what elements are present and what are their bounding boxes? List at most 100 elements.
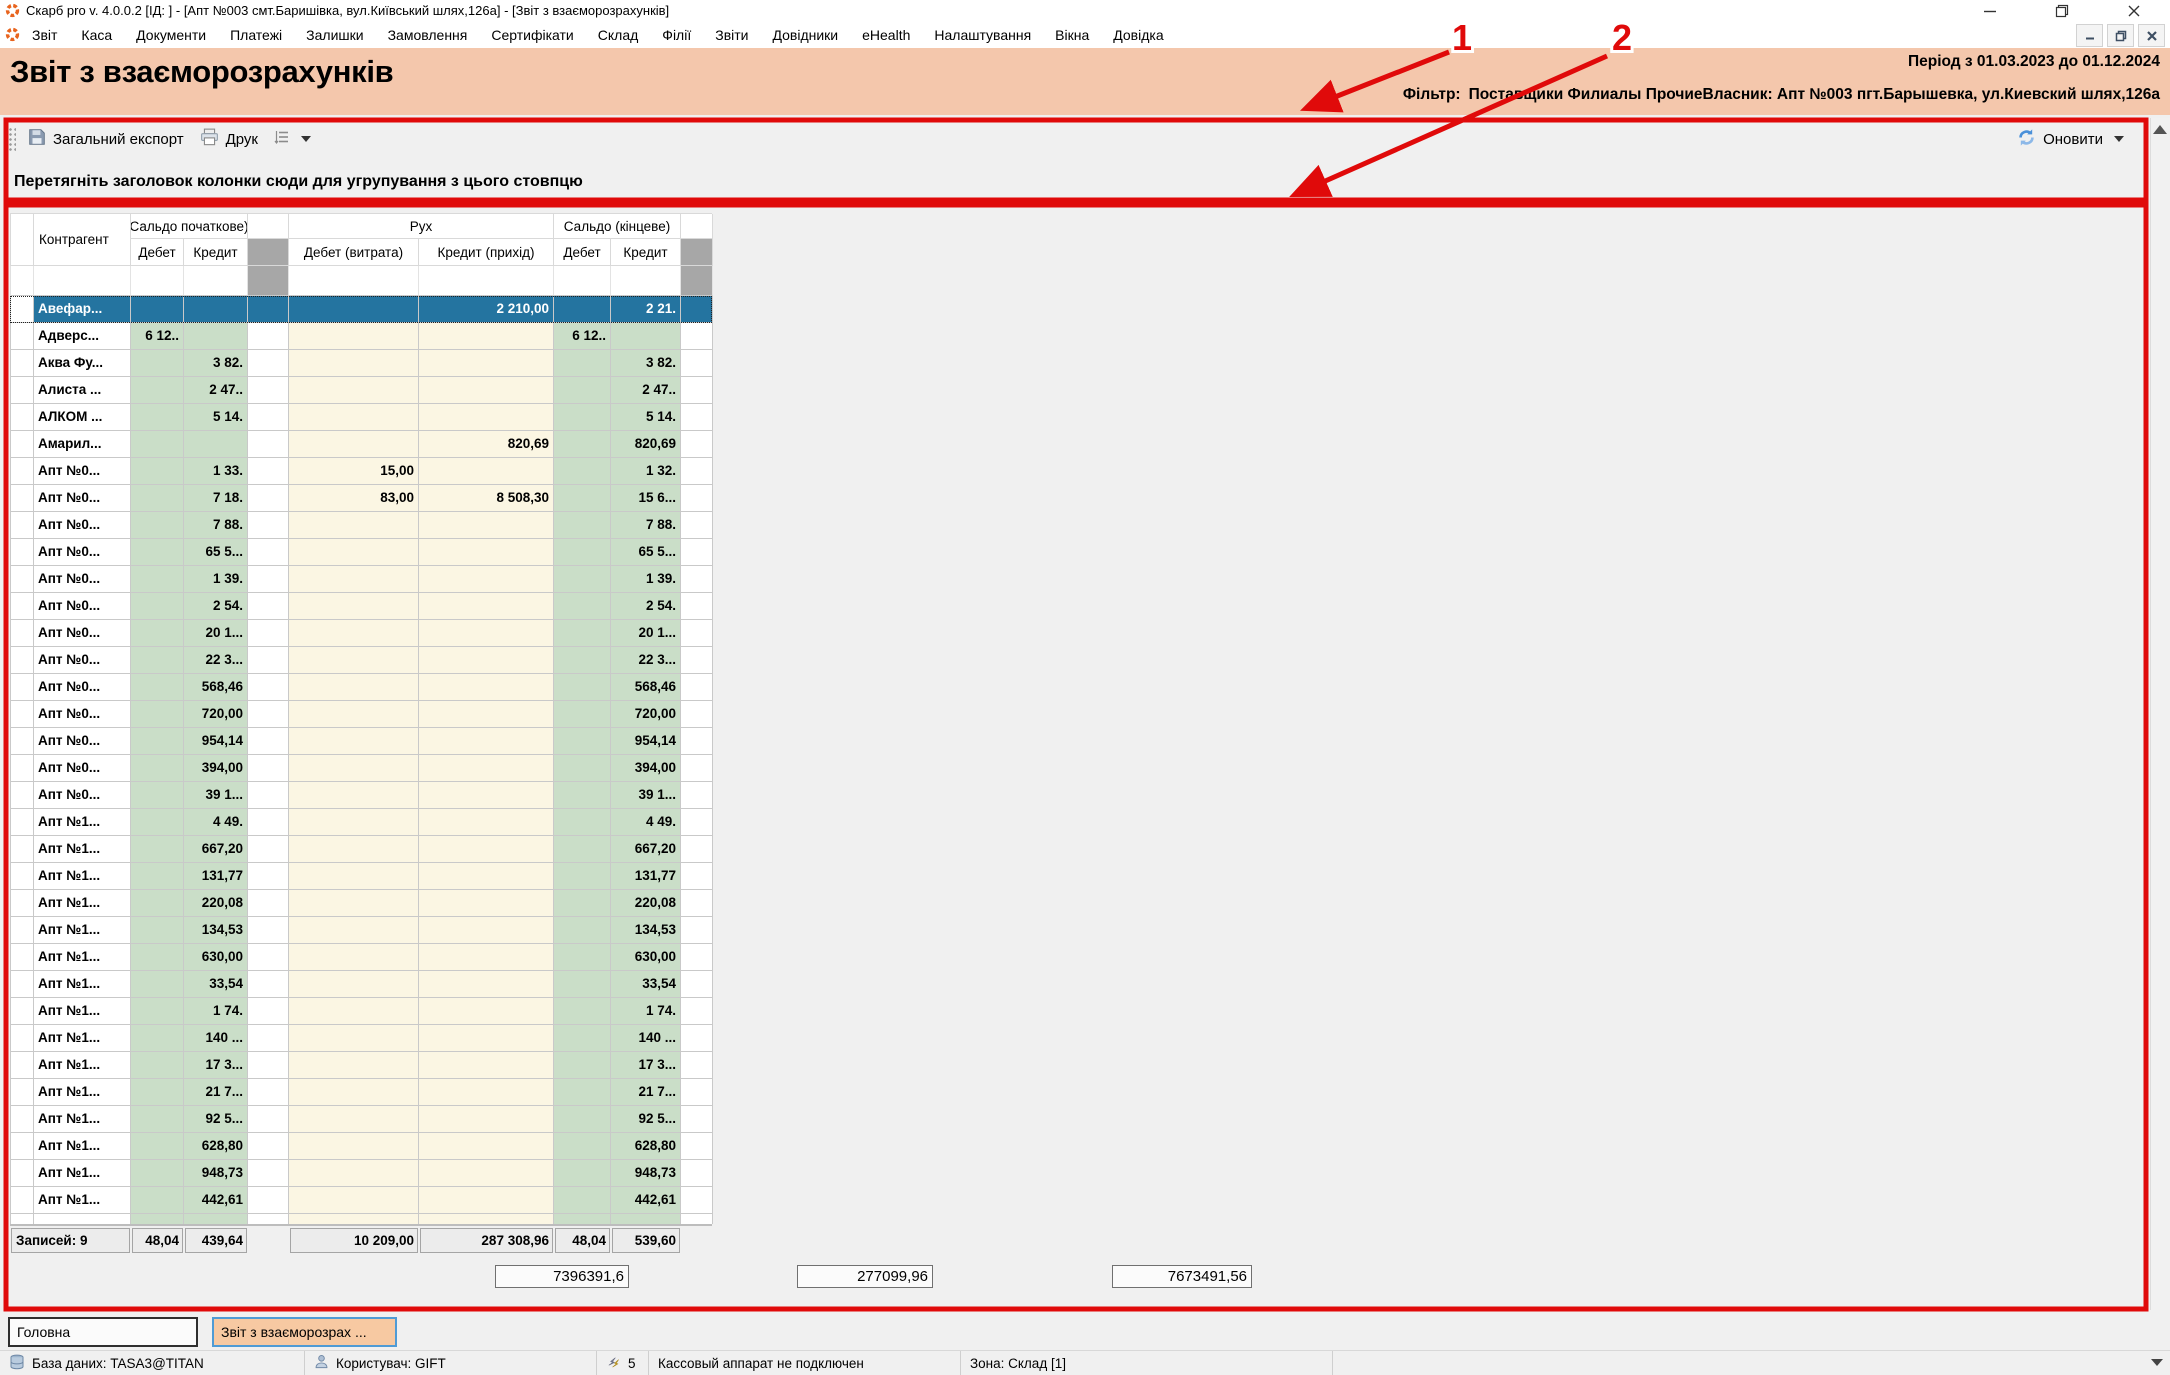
cell-c0[interactable]: 20 1... xyxy=(184,620,248,647)
cell-c1[interactable]: 568,46 xyxy=(611,674,681,701)
cell-contragent[interactable]: Алиста ... xyxy=(34,377,131,404)
cell-contragent[interactable]: Апт №0... xyxy=(34,458,131,485)
cell-dm[interactable] xyxy=(289,944,419,971)
cell-d0[interactable] xyxy=(131,701,184,728)
cell-contragent[interactable]: Апт №1... xyxy=(34,1052,131,1079)
cell-contragent[interactable]: Апт №0... xyxy=(34,755,131,782)
cell-c0[interactable]: 7 18. xyxy=(184,485,248,512)
cell-d1[interactable] xyxy=(554,728,611,755)
cell-c0[interactable]: 442,61 xyxy=(184,1187,248,1214)
cell-c1[interactable] xyxy=(611,323,681,350)
cell-c1[interactable]: 7 88. xyxy=(611,512,681,539)
cell-spacer[interactable] xyxy=(681,944,713,971)
cell-d0[interactable] xyxy=(131,836,184,863)
cell-d1[interactable] xyxy=(554,431,611,458)
cell-d1[interactable] xyxy=(554,701,611,728)
column-group-saldo-start[interactable]: Сальдо початкове) xyxy=(131,214,248,239)
cell-spacer[interactable] xyxy=(11,647,34,674)
cell-d1[interactable] xyxy=(554,350,611,377)
cell-spacer[interactable] xyxy=(248,485,289,512)
cell-dm[interactable] xyxy=(289,1160,419,1187)
cell-spacer[interactable] xyxy=(681,998,713,1025)
cell-c1[interactable]: 220,08 xyxy=(611,890,681,917)
cell-d0[interactable] xyxy=(131,539,184,566)
cell-d0[interactable] xyxy=(131,1079,184,1106)
cell-dm[interactable] xyxy=(289,593,419,620)
cell-spacer[interactable] xyxy=(11,539,34,566)
table-row[interactable]: Апт №0...1 33.15,001 32. xyxy=(10,458,712,485)
column-group-movement[interactable]: Рух xyxy=(289,214,554,239)
cell-c1[interactable]: 134,53 xyxy=(611,917,681,944)
cell-c1[interactable]: 2 54. xyxy=(611,593,681,620)
table-row[interactable]: Апт №0...720,00720,00 xyxy=(10,701,712,728)
cell-c0[interactable]: 630,00 xyxy=(184,944,248,971)
cell-d0[interactable] xyxy=(131,404,184,431)
cell-cm[interactable] xyxy=(419,593,554,620)
cell-c0[interactable]: 2 47.. xyxy=(184,377,248,404)
cell-dm[interactable] xyxy=(289,620,419,647)
cell-cm[interactable] xyxy=(419,350,554,377)
cell-c0[interactable]: 220,08 xyxy=(184,890,248,917)
cell-spacer[interactable] xyxy=(11,944,34,971)
cell-dm[interactable]: 15,00 xyxy=(289,458,419,485)
cell-contragent[interactable]: Апт №1... xyxy=(34,836,131,863)
cell-c0[interactable]: 7 88. xyxy=(184,512,248,539)
cell-spacer[interactable] xyxy=(11,728,34,755)
column-header-debit-start[interactable]: Дебет xyxy=(131,239,184,266)
cell-c1[interactable]: 667,20 xyxy=(611,836,681,863)
cell-spacer[interactable] xyxy=(681,296,713,323)
cell-cm[interactable] xyxy=(419,1079,554,1106)
cell-spacer[interactable] xyxy=(11,1160,34,1187)
cell-c0[interactable]: 4 49. xyxy=(184,809,248,836)
table-row[interactable]: Апт №1...21 7...21 7... xyxy=(10,1079,712,1106)
cell-d1[interactable] xyxy=(554,620,611,647)
cell-d0[interactable] xyxy=(131,431,184,458)
cell-d0[interactable] xyxy=(131,1160,184,1187)
menu-item-nalashtuvannia[interactable]: Налаштування xyxy=(922,27,1043,43)
cell-spacer[interactable] xyxy=(248,890,289,917)
table-row[interactable]: Апт №1...17 3...17 3... xyxy=(10,1052,712,1079)
cell-c1[interactable]: 2 21. xyxy=(611,296,681,323)
cell-spacer[interactable] xyxy=(248,620,289,647)
cell-d0[interactable] xyxy=(131,971,184,998)
cell-spacer[interactable] xyxy=(681,566,713,593)
table-row[interactable]: Апт №1...140 ...140 ... xyxy=(10,1025,712,1052)
cell-c0[interactable]: 394,00 xyxy=(184,755,248,782)
cell-c0[interactable]: 5 14. xyxy=(184,404,248,431)
cell-spacer[interactable] xyxy=(248,674,289,701)
cell-cm[interactable]: 820,69 xyxy=(419,431,554,458)
cell-contragent[interactable]: Апт №1... xyxy=(34,863,131,890)
status-chevron-down-icon[interactable] xyxy=(2151,1359,2163,1366)
cell-c1[interactable]: 17 3... xyxy=(611,1052,681,1079)
cell-d0[interactable] xyxy=(131,1187,184,1214)
cell-d0[interactable] xyxy=(131,458,184,485)
cell-spacer[interactable] xyxy=(248,431,289,458)
cell-contragent[interactable]: Апт №1... xyxy=(34,971,131,998)
cell-cm[interactable] xyxy=(419,971,554,998)
cell-d1[interactable]: 6 12.. xyxy=(554,323,611,350)
vertical-scrollbar[interactable] xyxy=(2150,118,2170,1310)
cell-d0[interactable] xyxy=(131,296,184,323)
cell-spacer[interactable] xyxy=(248,836,289,863)
table-row[interactable]: Апт №1...4 49.4 49. xyxy=(10,809,712,836)
cell-c0[interactable]: 33,54 xyxy=(184,971,248,998)
cell-cm[interactable] xyxy=(419,755,554,782)
cell-dm[interactable] xyxy=(289,809,419,836)
column-header-debit-expense[interactable]: Дебет (витрата) xyxy=(289,239,419,266)
cell-c0[interactable]: 1 33. xyxy=(184,458,248,485)
cell-cm[interactable] xyxy=(419,701,554,728)
cell-d0[interactable] xyxy=(131,809,184,836)
cell-contragent[interactable]: Апт №0... xyxy=(34,566,131,593)
cell-spacer[interactable] xyxy=(11,1052,34,1079)
cell-spacer[interactable] xyxy=(248,755,289,782)
cell-contragent[interactable]: Апт №1... xyxy=(34,917,131,944)
table-row[interactable]: Апт №1...1 74.1 74. xyxy=(10,998,712,1025)
menu-item-zvity[interactable]: Звіти xyxy=(703,27,760,43)
scrollbar-up-arrow-icon[interactable] xyxy=(2153,125,2167,134)
tab-settlements-report[interactable]: Звіт з взаєморозрах ... xyxy=(212,1317,397,1347)
menu-item-zvit[interactable]: Звіт xyxy=(20,27,69,43)
cell-dm[interactable] xyxy=(289,404,419,431)
menu-item-vikna[interactable]: Вікна xyxy=(1043,27,1101,43)
column-header-credit-start[interactable]: Кредит xyxy=(184,239,248,266)
cell-cm[interactable] xyxy=(419,863,554,890)
